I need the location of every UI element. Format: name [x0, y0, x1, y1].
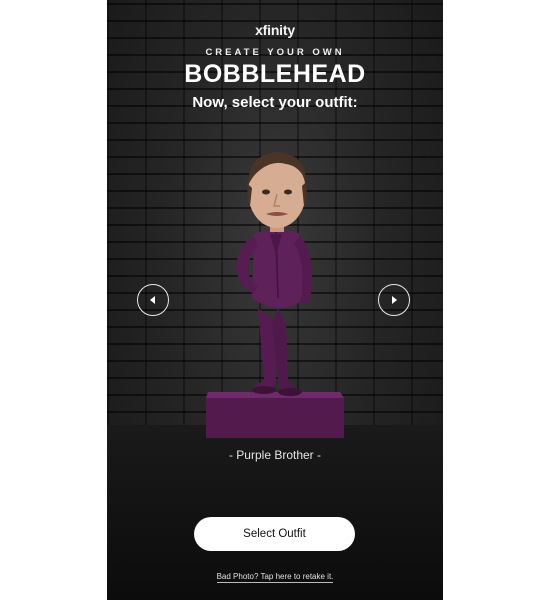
page-title: BOBBLEHEAD [184, 60, 366, 88]
caret-left-icon [150, 296, 155, 304]
face-photo [247, 152, 307, 228]
bobblehead-screen: xfinity CREATE YOUR OWN BOBBLEHEAD Now, … [107, 0, 443, 600]
caret-right-icon [392, 296, 397, 304]
xfinity-logo: xfinity [255, 22, 295, 38]
retake-photo-link-container: Bad Photo? Tap here to retake it. [107, 572, 443, 583]
retake-photo-link[interactable]: Bad Photo? Tap here to retake it. [216, 572, 334, 583]
eyebrow-text: CREATE YOUR OWN [205, 47, 345, 58]
next-outfit-button[interactable] [378, 284, 410, 316]
pedestal [206, 392, 344, 438]
previous-outfit-button[interactable] [137, 284, 169, 316]
outfit-name-label: - Purple Brother - [228, 448, 322, 462]
outfit-body [236, 229, 312, 396]
bobblehead-figure [206, 152, 344, 438]
select-outfit-button[interactable]: Select Outfit [194, 517, 355, 551]
prompt-text: Now, select your outfit: [192, 94, 358, 111]
